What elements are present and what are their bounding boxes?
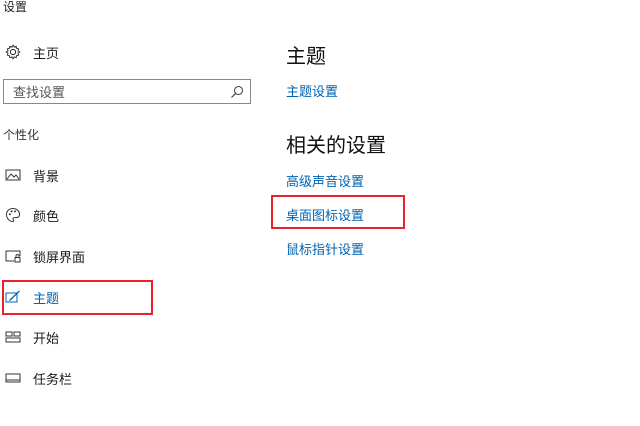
settings-window: 设置 主页 查找设置 个性化 背景 颜色 锁屏界面 主题 开始 任务栏 主题 主… (0, 0, 640, 426)
start-menu-icon (4, 328, 22, 346)
search-placeholder: 查找设置 (13, 86, 66, 101)
sidebar-item-themes[interactable]: 主题 (4, 284, 150, 310)
sidebar-item-label: 主题 (33, 291, 60, 307)
sidebar-item-taskbar[interactable]: 任务栏 (4, 365, 150, 391)
theme-heading: 主题 (286, 44, 326, 68)
gear-icon (4, 43, 22, 61)
taskbar-icon (4, 369, 22, 387)
sidebar-item-label: 任务栏 (33, 372, 73, 388)
sidebar-item-lock-screen[interactable]: 锁屏界面 (4, 243, 150, 269)
window-title: 设置 (3, 0, 28, 14)
sidebar-home[interactable]: 主页 (4, 40, 244, 64)
sidebar-item-colors[interactable]: 颜色 (4, 202, 150, 228)
sidebar-item-label: 颜色 (33, 209, 60, 225)
search-icon[interactable] (226, 81, 248, 103)
related-settings-heading: 相关的设置 (286, 133, 386, 157)
search-input[interactable]: 查找设置 (3, 79, 251, 104)
sidebar-item-label: 锁屏界面 (33, 250, 86, 266)
sidebar-item-background[interactable]: 背景 (4, 162, 150, 188)
desktop-icon-settings-link[interactable]: 桌面图标设置 (286, 205, 364, 224)
sidebar-item-start[interactable]: 开始 (4, 324, 150, 350)
sidebar-home-label: 主页 (33, 46, 60, 62)
section-personalization-label: 个性化 (3, 128, 40, 142)
theme-brush-icon (4, 288, 22, 306)
lock-screen-icon (4, 247, 22, 265)
advanced-sound-settings-link[interactable]: 高级声音设置 (286, 171, 364, 190)
theme-settings-link[interactable]: 主题设置 (286, 81, 338, 100)
sidebar-item-label: 开始 (33, 331, 60, 347)
sidebar-item-label: 背景 (33, 169, 60, 185)
picture-icon (4, 166, 22, 184)
palette-icon (4, 206, 22, 224)
mouse-pointer-settings-link[interactable]: 鼠标指针设置 (286, 239, 364, 258)
